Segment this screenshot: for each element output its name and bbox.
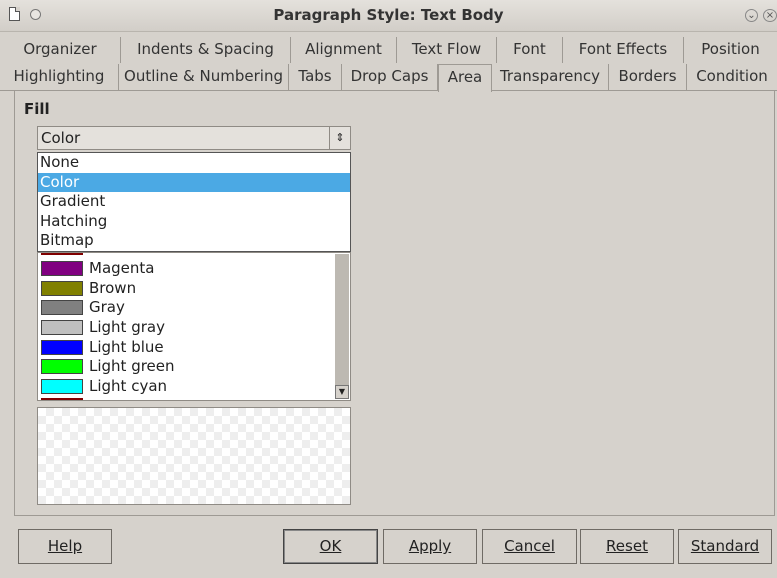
color-name: Gray xyxy=(89,298,125,316)
reset-button[interactable]: Reset xyxy=(580,529,674,564)
color-list[interactable]: Magenta Brown Gray Light gray Light blue… xyxy=(37,252,351,401)
standard-button-label: Standard xyxy=(690,537,760,555)
cancel-button-label: Cancel xyxy=(504,537,555,555)
tab-highlighting[interactable]: Highlighting xyxy=(0,64,119,90)
color-item[interactable]: Magenta xyxy=(39,258,334,278)
tab-condition[interactable]: Condition xyxy=(687,64,777,90)
tab-font[interactable]: Font xyxy=(497,37,563,63)
color-swatch xyxy=(41,379,83,394)
tab-organizer[interactable]: Organizer xyxy=(0,37,121,63)
close-icon[interactable]: × xyxy=(763,9,777,22)
tab-drop-caps[interactable]: Drop Caps xyxy=(342,64,438,90)
color-item[interactable]: Gray xyxy=(39,297,334,317)
color-item[interactable]: Brown xyxy=(39,278,334,298)
fill-option-gradient[interactable]: Gradient xyxy=(38,192,350,212)
tab-text-flow[interactable]: Text Flow xyxy=(397,37,497,63)
color-item[interactable]: Light blue xyxy=(39,337,334,357)
fill-label: Fill xyxy=(24,100,50,118)
scroll-down-arrow-icon[interactable]: ▼ xyxy=(335,385,349,399)
color-swatch xyxy=(41,261,83,276)
color-swatch xyxy=(41,359,83,374)
fill-option-color[interactable]: Color xyxy=(38,172,350,193)
apply-button-label: Apply xyxy=(408,537,452,555)
window-title: Paragraph Style: Text Body xyxy=(273,6,504,24)
title-bar: Paragraph Style: Text Body ⌄ × xyxy=(0,0,777,32)
tab-transparency[interactable]: Transparency xyxy=(492,64,609,90)
fill-type-dropdown-list[interactable]: None Color Gradient Hatching Bitmap xyxy=(37,152,351,252)
partial-color-swatch xyxy=(41,398,83,400)
tab-font-effects[interactable]: Font Effects xyxy=(563,37,684,63)
tab-alignment[interactable]: Alignment xyxy=(291,37,397,63)
fill-type-select[interactable]: Color ⇕ xyxy=(37,126,351,150)
color-name: Light blue xyxy=(89,338,164,356)
fill-option-hatching[interactable]: Hatching xyxy=(38,212,350,232)
cancel-button[interactable]: Cancel xyxy=(482,529,577,564)
color-name: Brown xyxy=(89,279,137,297)
tab-outline-numbering[interactable]: Outline & Numbering xyxy=(119,64,289,90)
color-name: Light cyan xyxy=(89,377,168,395)
color-item[interactable]: Light gray xyxy=(39,317,334,337)
help-button[interactable]: Help xyxy=(18,529,112,564)
color-item[interactable]: Light green xyxy=(39,356,334,376)
tab-indents-spacing[interactable]: Indents & Spacing xyxy=(121,37,291,63)
color-name: Magenta xyxy=(89,259,155,277)
color-item[interactable]: Light cyan xyxy=(39,376,334,396)
fill-option-none[interactable]: None xyxy=(38,153,350,173)
tab-position[interactable]: Position xyxy=(684,37,777,63)
color-list-scrollbar[interactable]: ▼ xyxy=(335,254,349,399)
tab-area[interactable]: Area xyxy=(438,64,492,92)
color-swatch xyxy=(41,320,83,335)
fill-option-bitmap[interactable]: Bitmap xyxy=(38,231,350,251)
color-swatch xyxy=(41,300,83,315)
partial-color-swatch xyxy=(41,253,83,255)
color-name: Light gray xyxy=(89,318,165,336)
tab-borders[interactable]: Borders xyxy=(609,64,687,90)
tab-tabs[interactable]: Tabs xyxy=(289,64,342,90)
help-button-label: Help xyxy=(47,537,83,555)
fill-type-value: Color xyxy=(41,129,81,147)
apply-button[interactable]: Apply xyxy=(383,529,477,564)
color-swatch xyxy=(41,340,83,355)
updown-arrows-icon[interactable]: ⇕ xyxy=(329,127,350,149)
minimize-icon[interactable]: ⌄ xyxy=(745,9,758,22)
ok-button-label: OK xyxy=(319,537,342,555)
color-name: Light green xyxy=(89,357,175,375)
fill-preview xyxy=(37,407,351,505)
tab-row-2: Highlighting Outline & Numbering Tabs Dr… xyxy=(0,64,777,92)
tab-row-1: Organizer Indents & Spacing Alignment Te… xyxy=(0,37,777,63)
standard-button[interactable]: Standard xyxy=(678,529,772,564)
ok-button[interactable]: OK xyxy=(283,529,378,564)
color-swatch xyxy=(41,281,83,296)
reset-button-label: Reset xyxy=(606,537,648,555)
